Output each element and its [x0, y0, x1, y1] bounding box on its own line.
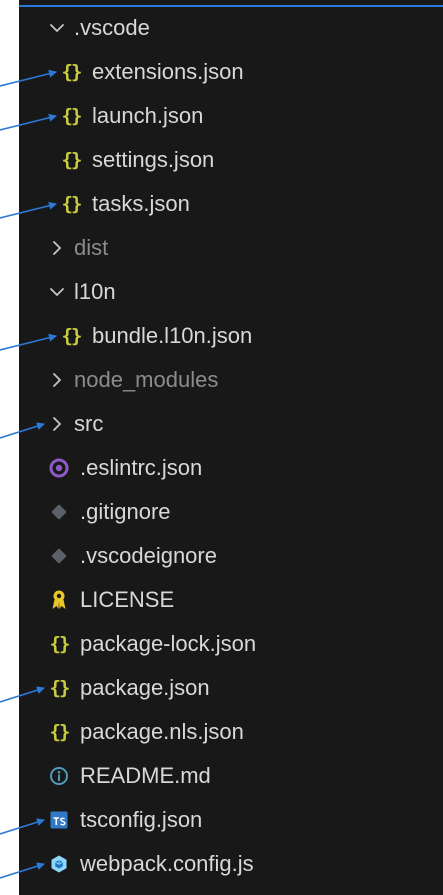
tree-item-l10n[interactable]: l10n: [19, 270, 443, 314]
tree-item-launch[interactable]: {} launch.json: [19, 94, 443, 138]
chevron-right-icon[interactable]: [48, 415, 66, 433]
git-icon: [48, 545, 70, 567]
json-braces-icon: {}: [49, 720, 71, 743]
json-braces-icon: {}: [61, 148, 83, 171]
json-braces-icon: {}: [49, 632, 71, 655]
tree-item-label: package.nls.json: [80, 719, 244, 744]
info-icon: [48, 765, 70, 787]
tree-item-label: src: [74, 411, 104, 436]
tree-item-package[interactable]: {} package.json: [19, 666, 443, 710]
tree-item-eslintrc[interactable]: .eslintrc.json: [19, 446, 443, 490]
webpack-cube-icon: [48, 853, 70, 875]
tree-item-label: README.md: [80, 763, 211, 788]
chevron-down-icon[interactable]: [48, 19, 66, 37]
tree-item-label: l10n: [74, 279, 116, 304]
json-braces-icon: {}: [61, 60, 83, 83]
screenshot: .vscode {} extensions.json {} launch.json {} s…: [0, 0, 443, 895]
chevron-right-icon[interactable]: [48, 239, 66, 257]
tree-item-package-nls[interactable]: {} package.nls.json: [19, 710, 443, 754]
chevron-right-icon[interactable]: [48, 371, 66, 389]
tree-item-label: extensions.json: [92, 59, 244, 84]
tree-item-vscode[interactable]: .vscode: [19, 6, 443, 50]
json-braces-icon: {}: [61, 192, 83, 215]
tree-item-label: settings.json: [92, 147, 215, 172]
tree-item-label: .eslintrc.json: [80, 455, 203, 480]
json-braces-icon: {}: [49, 676, 71, 699]
tree-item-label: .vscode: [74, 15, 150, 40]
tree-item-label: dist: [74, 235, 109, 260]
tree-item-label: bundle.l10n.json: [92, 323, 253, 348]
eslint-icon: [48, 457, 70, 479]
tree-item-gitignore[interactable]: .gitignore: [19, 490, 443, 534]
tree-item-label: LICENSE: [80, 587, 175, 612]
typescript-icon: [48, 809, 70, 831]
tree-item-tasks[interactable]: {} tasks.json: [19, 182, 443, 226]
git-icon: [48, 501, 70, 523]
tree-item-label: package-lock.json: [80, 631, 257, 656]
tree-item-node-modules[interactable]: node_modules: [19, 358, 443, 402]
tree-item-label: package.json: [80, 675, 210, 700]
tree-item-label: tasks.json: [92, 191, 190, 216]
tree-item-tsconfig[interactable]: tsconfig.json: [19, 798, 443, 842]
tree-item-label: tsconfig.json: [80, 807, 203, 832]
tree-item-license[interactable]: LICENSE: [19, 578, 443, 622]
tree-item-readme[interactable]: README.md: [19, 754, 443, 798]
json-braces-icon: {}: [61, 324, 83, 347]
tree-item-settings[interactable]: {} settings.json: [19, 138, 443, 182]
chevron-down-icon[interactable]: [48, 283, 66, 301]
tree-item-label: node_modules: [74, 367, 219, 392]
tree-item-bundle-l10n[interactable]: {} bundle.l10n.json: [19, 314, 443, 358]
tree-item-webpack[interactable]: webpack.config.js: [19, 842, 443, 886]
tree-item-label: .vscodeignore: [80, 543, 217, 568]
tree-item-src[interactable]: src: [19, 402, 443, 446]
tree-item-package-lock[interactable]: {} package-lock.json: [19, 622, 443, 666]
license-ribbon-icon: [48, 589, 70, 611]
tree-item-label: webpack.config.js: [80, 851, 254, 876]
tree-item-label: .gitignore: [80, 499, 171, 524]
tree-item-vscodeignore[interactable]: .vscodeignore: [19, 534, 443, 578]
tree-item-extensions[interactable]: {} extensions.json: [19, 50, 443, 94]
json-braces-icon: {}: [61, 104, 83, 127]
tree-item-dist[interactable]: dist: [19, 226, 443, 270]
tree-item-label: launch.json: [92, 103, 204, 128]
